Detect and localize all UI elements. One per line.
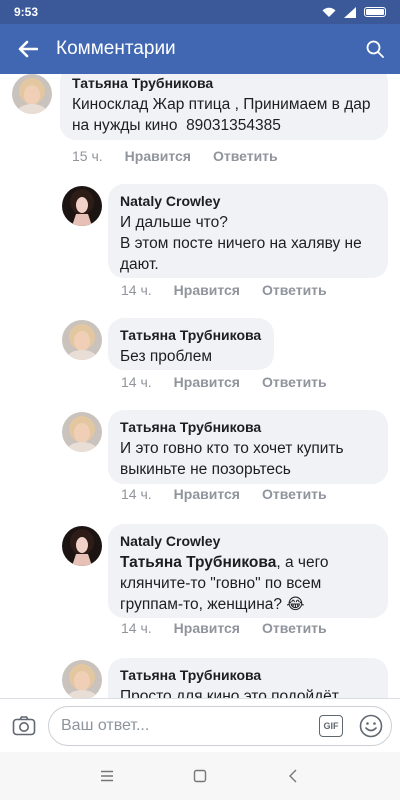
status-bar: 9:53 [0,0,400,24]
avatar[interactable] [62,320,102,360]
avatar[interactable] [62,660,102,698]
comment-time[interactable]: 14 ч. [121,374,152,390]
comments-feed[interactable]: Татьяна Трубникова Киносклад Жар птица ,… [0,74,400,698]
page-title: Комментарии [56,38,176,59]
comment-meta: 14 ч. Нравится Ответить [121,374,327,390]
like-button[interactable]: Нравится [174,620,240,636]
comment-meta: 15 ч. Нравится Ответить [72,148,278,164]
reply-button[interactable]: Ответить [262,620,327,636]
gif-icon[interactable]: GIF [319,714,343,737]
comment-text: Киносклад Жар птица , Принимаем в дар на… [72,96,375,134]
reply-input-box[interactable]: GIF [48,705,392,746]
comment-author[interactable]: Nataly Crowley [120,192,376,210]
system-nav-bar [0,752,400,800]
avatar[interactable] [62,526,102,566]
home-button[interactable] [180,756,220,796]
reply-button[interactable]: Ответить [262,486,327,502]
like-button[interactable]: Нравится [174,486,240,502]
comment-time[interactable]: 14 ч. [121,486,152,502]
comment-author[interactable]: Татьяна Трубникова [72,74,376,92]
comment-author[interactable]: Nataly Crowley [120,532,376,550]
comment-bubble: Татьяна Трубникова Киносклад Жар птица ,… [60,74,388,140]
comment-author[interactable]: Татьяна Трубникова [120,326,262,344]
mention-link[interactable]: Татьяна Трубникова [120,554,276,571]
comment-text: И это говно кто то хочет купить выкиньте… [120,440,348,478]
comment-bubble: Татьяна Трубникова Просто для кино это п… [108,658,388,698]
comment-meta: 14 ч. Нравится Ответить [121,620,327,636]
comment-author[interactable]: Татьяна Трубникова [120,666,376,684]
avatar-nataly-image [62,186,102,226]
avatar-tatyana-image [12,74,52,114]
reply-composer: GIF [0,698,400,752]
reply-input[interactable] [61,716,319,735]
comment-time[interactable]: 15 ч. [72,148,103,164]
search-button[interactable] [350,24,400,74]
camera-button[interactable] [0,699,48,753]
menu-button[interactable] [87,756,127,796]
signal-icon [344,6,356,18]
back-arrow-icon [18,40,38,58]
avatar-tatyana-image [62,660,102,698]
reply-item: Татьяна Трубникова Просто для кино это п… [0,658,400,698]
avatar-tatyana-image [62,320,102,360]
wifi-icon [322,7,336,17]
comment-bubble: Nataly Crowley Татьяна Трубникова, а чег… [108,524,388,618]
comment-time[interactable]: 14 ч. [121,282,152,298]
avatar[interactable] [62,412,102,452]
reply-item: Татьяна Трубникова Без проблем 14 ч. Нра… [0,318,400,398]
back-button[interactable] [0,24,56,74]
status-icons [322,6,386,18]
like-button[interactable]: Нравится [174,282,240,298]
screen: 9:53 Комментарии Татьяна Трубникова Кино… [0,0,400,800]
comment-time[interactable]: 14 ч. [121,620,152,636]
avatar[interactable] [12,74,52,114]
comment-author[interactable]: Татьяна Трубникова [120,418,376,436]
battery-icon [364,7,386,17]
avatar-nataly-image [62,526,102,566]
nav-back-button[interactable] [273,756,313,796]
comment-bubble: Nataly Crowley И дальше что? В этом пост… [108,184,388,278]
app-bar: Комментарии [0,24,400,74]
status-time: 9:53 [14,5,39,19]
search-icon [366,40,384,58]
reply-item: Nataly Crowley И дальше что? В этом пост… [0,184,400,304]
reply-item: Nataly Crowley Татьяна Трубникова, а чег… [0,524,400,648]
like-button[interactable]: Нравится [125,148,191,164]
like-button[interactable]: Нравится [174,374,240,390]
reply-button[interactable]: Ответить [262,374,327,390]
reply-button[interactable]: Ответить [213,148,278,164]
camera-icon [12,715,36,735]
avatar[interactable] [62,186,102,226]
comment-bubble: Татьяна Трубникова И это говно кто то хо… [108,410,388,484]
avatar-tatyana-image [62,412,102,452]
comment-meta: 14 ч. Нравится Ответить [121,282,327,298]
comment-item: Татьяна Трубникова Киносклад Жар птица ,… [0,74,400,166]
comment-text: Татьяна Трубникова, а чего клянчите-то "… [120,552,376,615]
comment-text: Без проблем [120,348,213,365]
comment-bubble: Татьяна Трубникова Без проблем [108,318,274,370]
menu-icon [100,770,113,782]
home-icon [193,769,207,783]
reply-item: Татьяна Трубникова И это говно кто то хо… [0,410,400,520]
comment-text: И дальше что? В этом посте ничего на хал… [120,214,362,273]
reply-button[interactable]: Ответить [262,282,327,298]
emoji-icon[interactable] [359,714,383,738]
nav-back-icon [289,769,297,783]
comment-text: Просто для кино это подойдёт [120,688,339,698]
comment-meta: 14 ч. Нравится Ответить [121,486,327,502]
